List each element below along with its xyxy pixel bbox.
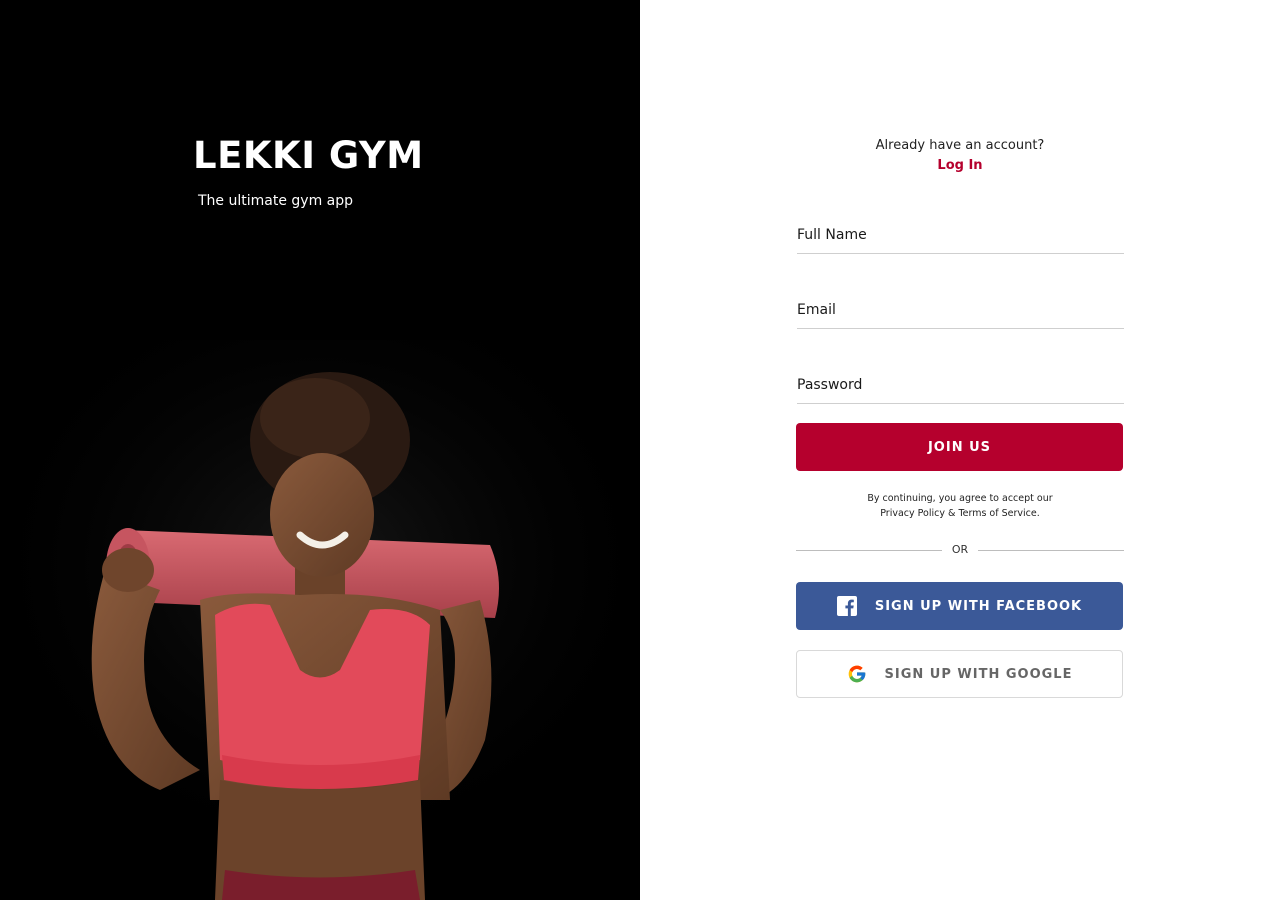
facebook-icon — [836, 596, 857, 616]
hero-image — [0, 340, 640, 900]
join-us-label: JOIN US — [927, 439, 992, 455]
consent-line-1: By continuing, you agree to accept our — [867, 493, 1053, 504]
email-input[interactable] — [797, 293, 1124, 327]
google-signup-button[interactable]: SIGN UP WITH GOOGLE — [796, 650, 1123, 698]
signup-panel: Already have an account? Log In JOIN US … — [640, 0, 1280, 900]
full-name-field — [797, 218, 1124, 254]
password-input[interactable] — [797, 368, 1124, 402]
brand-title: LEKKI GYM — [193, 134, 424, 177]
consent-line-2[interactable]: Privacy Policy & Terms of Service. — [640, 506, 1280, 521]
login-prompt-text: Already have an account? — [875, 138, 1045, 153]
or-divider: OR — [796, 543, 1124, 559]
login-link[interactable]: Log In — [640, 158, 1280, 173]
facebook-signup-button[interactable]: SIGN UP WITH FACEBOOK — [796, 582, 1123, 630]
brand-panel: LEKKI GYM The ultimate gym app — [0, 0, 640, 900]
full-name-input[interactable] — [797, 218, 1124, 252]
password-field — [797, 368, 1124, 404]
brand-tagline: The ultimate gym app — [198, 193, 354, 209]
join-us-button[interactable]: JOIN US — [796, 423, 1123, 471]
facebook-signup-label: SIGN UP WITH FACEBOOK — [874, 598, 1083, 614]
email-field — [797, 293, 1124, 329]
consent-text: By continuing, you agree to accept our P… — [640, 491, 1280, 521]
divider-line-right — [978, 550, 1124, 551]
google-icon — [847, 664, 867, 684]
google-signup-label: SIGN UP WITH GOOGLE — [884, 666, 1073, 682]
